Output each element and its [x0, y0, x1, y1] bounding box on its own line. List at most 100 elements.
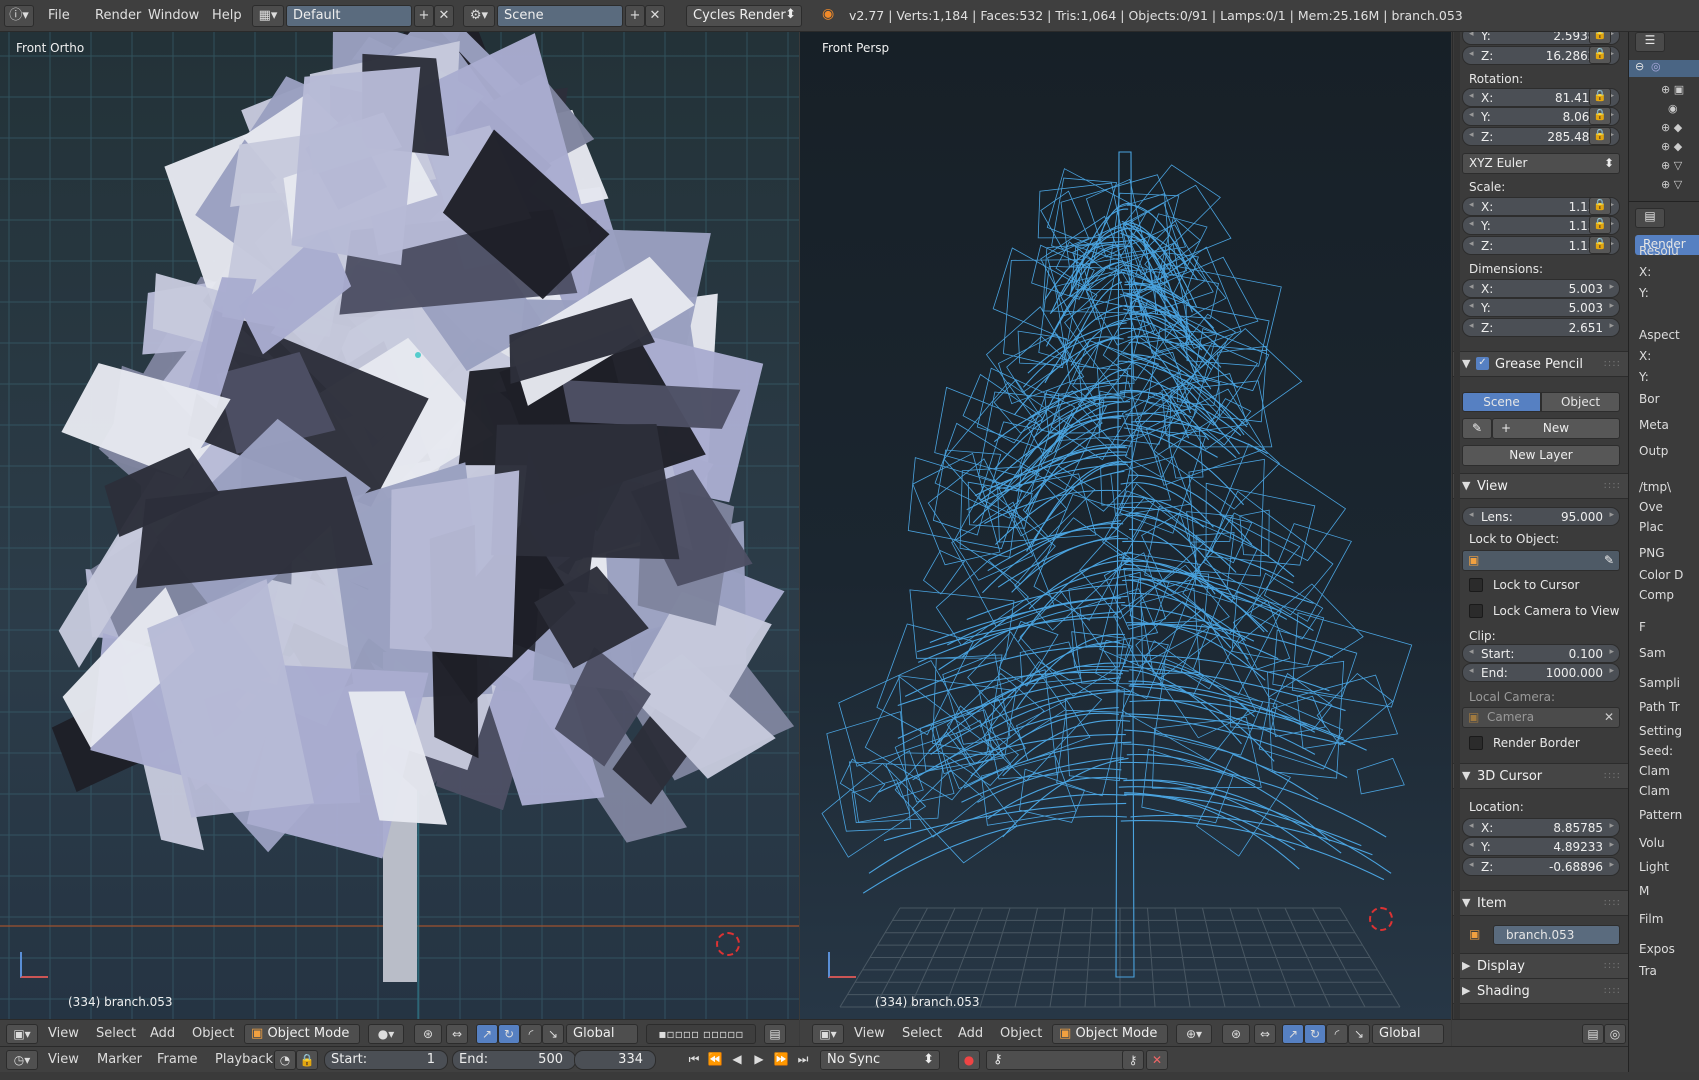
jump-keyframe-forward-icon[interactable]: ⏩	[771, 1050, 791, 1070]
add-scene-button[interactable]: +	[625, 5, 645, 27]
pivot-icon[interactable]: ⊛	[1222, 1024, 1250, 1044]
pivot-icon[interactable]: ⊛	[414, 1024, 442, 1044]
drag-handle-icon[interactable]: ::::	[1604, 770, 1621, 781]
sync-mode-select[interactable]: No Sync ⬍	[820, 1050, 940, 1070]
shading-panel-header[interactable]: ▶ Shading::::	[1453, 978, 1628, 1004]
lock-icon[interactable]: 🔒	[1589, 32, 1611, 44]
mode-select[interactable]: ▣ Object Mode	[1052, 1024, 1168, 1044]
orientation-select[interactable]: Global	[566, 1024, 638, 1044]
item-panel-header[interactable]: ▼ Item::::	[1453, 890, 1628, 916]
3d-cursor-icon[interactable]	[1369, 907, 1393, 931]
lock-icon[interactable]: 🔒	[1589, 107, 1611, 125]
rotate-icon[interactable]: ↻	[498, 1024, 520, 1044]
timeline-editor-icon[interactable]: ◷▾	[6, 1050, 38, 1070]
menu-render[interactable]: Render	[95, 8, 141, 23]
outliner-cropped[interactable]: ☰ ⊖ ◎ ⊕ ▣ ◉ ⊕ ◆ ⊕ ◆ ⊕ ▽ ⊕ ▽	[1629, 32, 1699, 202]
lock-to-cursor-checkbox[interactable]	[1469, 578, 1483, 592]
rotation-mode-select[interactable]: XYZ Euler ⬍	[1462, 153, 1620, 174]
clip-end-field[interactable]: ◂ End: 1000.000 ▸	[1462, 663, 1620, 682]
end-frame-field[interactable]: End: 500	[452, 1050, 576, 1070]
play-icon[interactable]: ▶	[749, 1050, 769, 1070]
lock-icon[interactable]: 🔒	[296, 1050, 318, 1070]
lock-icon[interactable]: 🔒	[1589, 88, 1611, 106]
lock-icon[interactable]: 🔒	[1589, 46, 1611, 64]
screen-layout-field[interactable]: Default	[286, 5, 412, 27]
translate-icon[interactable]: ↗	[1282, 1024, 1304, 1044]
editor-type-icon[interactable]: ▣▾	[6, 1024, 38, 1044]
drag-handle-icon[interactable]: ::::	[1604, 985, 1621, 996]
view-panel-header[interactable]: ▼ View::::	[1453, 473, 1628, 499]
lock-icon[interactable]: 🔒	[1589, 236, 1611, 254]
3d-cursor-panel-header[interactable]: ▼ 3D Cursor::::	[1453, 763, 1628, 789]
render-preview-icon[interactable]: ▤	[1582, 1024, 1604, 1044]
scale-icon[interactable]: ◜	[520, 1024, 542, 1044]
menu-file[interactable]: File	[48, 8, 70, 23]
info-editor-icon[interactable]: ⓘ▾	[4, 5, 34, 27]
outliner-editor-icon[interactable]: ☰	[1635, 32, 1665, 52]
lock-to-object-field[interactable]: ▣ ✎	[1462, 550, 1620, 571]
snapshot-icon[interactable]: ◎	[1604, 1024, 1626, 1044]
start-frame-field[interactable]: Start: 1	[324, 1050, 448, 1070]
jump-keyframe-back-icon[interactable]: ⏪	[705, 1050, 725, 1070]
properties-editor-icon[interactable]: ▤	[1635, 208, 1665, 228]
scale-icon[interactable]: ◜	[1326, 1024, 1348, 1044]
menu-window[interactable]: Window	[148, 8, 199, 23]
preview-range-icon[interactable]: ◔	[274, 1050, 296, 1070]
render-preview-icon[interactable]: ▤	[764, 1024, 786, 1044]
viewport-front-persp[interactable]: Front Persp (334) branch.053	[800, 32, 1451, 1019]
dimensions-z-field[interactable]: ◂ Z: 2.651 ▸	[1462, 318, 1620, 337]
grease-pencil-panel-header[interactable]: ▼ ✓ Grease Pencil::::	[1453, 351, 1628, 377]
timeline-menu-view[interactable]: View	[48, 1052, 79, 1067]
delete-keyframe-icon[interactable]: ✕	[1146, 1050, 1168, 1070]
viewport-shading-icon[interactable]: ⊕▾	[1176, 1024, 1212, 1044]
cursor-z-field[interactable]: ◂ Z: -0.68896 ▸	[1462, 857, 1620, 876]
dimensions-x-field[interactable]: ◂ X: 5.003 ▸	[1462, 279, 1620, 298]
viewport-front-ortho[interactable]: Front Ortho (334) branch.053	[0, 32, 799, 1019]
rotate-icon[interactable]: ↻	[1304, 1024, 1326, 1044]
insert-keyframe-icon[interactable]: ⚷	[1122, 1050, 1144, 1070]
drag-handle-icon[interactable]: ::::	[1604, 358, 1621, 369]
scene-icon[interactable]: ⚙▾	[463, 5, 495, 27]
transform-icon[interactable]: ↘	[1348, 1024, 1370, 1044]
menu-object[interactable]: Object	[192, 1026, 234, 1041]
play-reverse-icon[interactable]: ◀	[727, 1050, 747, 1070]
menu-select[interactable]: Select	[96, 1026, 136, 1041]
remove-screen-button[interactable]: ✕	[434, 5, 454, 27]
3d-cursor-icon[interactable]	[716, 932, 740, 956]
clip-start-field[interactable]: ◂ Start: 0.100 ▸	[1462, 644, 1620, 663]
add-screen-button[interactable]: +	[414, 5, 434, 27]
menu-view[interactable]: View	[48, 1026, 79, 1041]
timeline-menu-frame[interactable]: Frame	[157, 1052, 198, 1067]
manipulator-icon[interactable]: ⇔	[446, 1024, 468, 1044]
editor-type-icon[interactable]: ▣▾	[812, 1024, 844, 1044]
menu-add[interactable]: Add	[150, 1026, 175, 1041]
transform-icon[interactable]: ↘	[542, 1024, 564, 1044]
cursor-y-field[interactable]: ◂ Y: 4.89233 ▸	[1462, 837, 1620, 856]
item-name-field[interactable]: branch.053	[1493, 925, 1620, 945]
render-engine-select[interactable]: Cycles Render ⬍	[686, 5, 802, 27]
record-icon[interactable]: ●	[958, 1050, 980, 1070]
display-panel-header[interactable]: ▶ Display::::	[1453, 953, 1628, 979]
drag-handle-icon[interactable]: ::::	[1604, 897, 1621, 908]
orientation-select[interactable]: Global	[1372, 1024, 1444, 1044]
grease-pencil-new-button[interactable]: + New	[1492, 418, 1620, 439]
pencil-icon[interactable]: ✎	[1462, 418, 1492, 439]
remove-scene-button[interactable]: ✕	[645, 5, 665, 27]
npanel-scrollbar[interactable]	[1454, 32, 1460, 1019]
local-camera-field[interactable]: ▣ Camera ✕	[1462, 707, 1620, 728]
scene-field[interactable]: Scene	[497, 5, 623, 27]
lock-camera-to-view-checkbox[interactable]	[1469, 604, 1483, 618]
dimensions-y-field[interactable]: ◂ Y: 5.003 ▸	[1462, 298, 1620, 317]
manipulator-icon[interactable]: ⇔	[1254, 1024, 1276, 1044]
drag-handle-icon[interactable]: ::::	[1604, 960, 1621, 971]
lock-icon[interactable]: 🔒	[1589, 127, 1611, 145]
lens-field[interactable]: ◂ Lens: 95.000 ▸	[1462, 507, 1620, 526]
current-frame-field[interactable]: 334	[574, 1050, 656, 1070]
lock-icon[interactable]: 🔒	[1589, 216, 1611, 234]
grease-pencil-tab-object[interactable]: Object	[1541, 392, 1620, 412]
outliner-row-scene[interactable]: ⊖ ◎	[1629, 60, 1699, 77]
cursor-x-field[interactable]: ◂ X: 8.85785 ▸	[1462, 818, 1620, 837]
menu-help[interactable]: Help	[212, 8, 242, 23]
menu-object[interactable]: Object	[1000, 1026, 1042, 1041]
new-layer-button[interactable]: New Layer	[1462, 445, 1620, 466]
